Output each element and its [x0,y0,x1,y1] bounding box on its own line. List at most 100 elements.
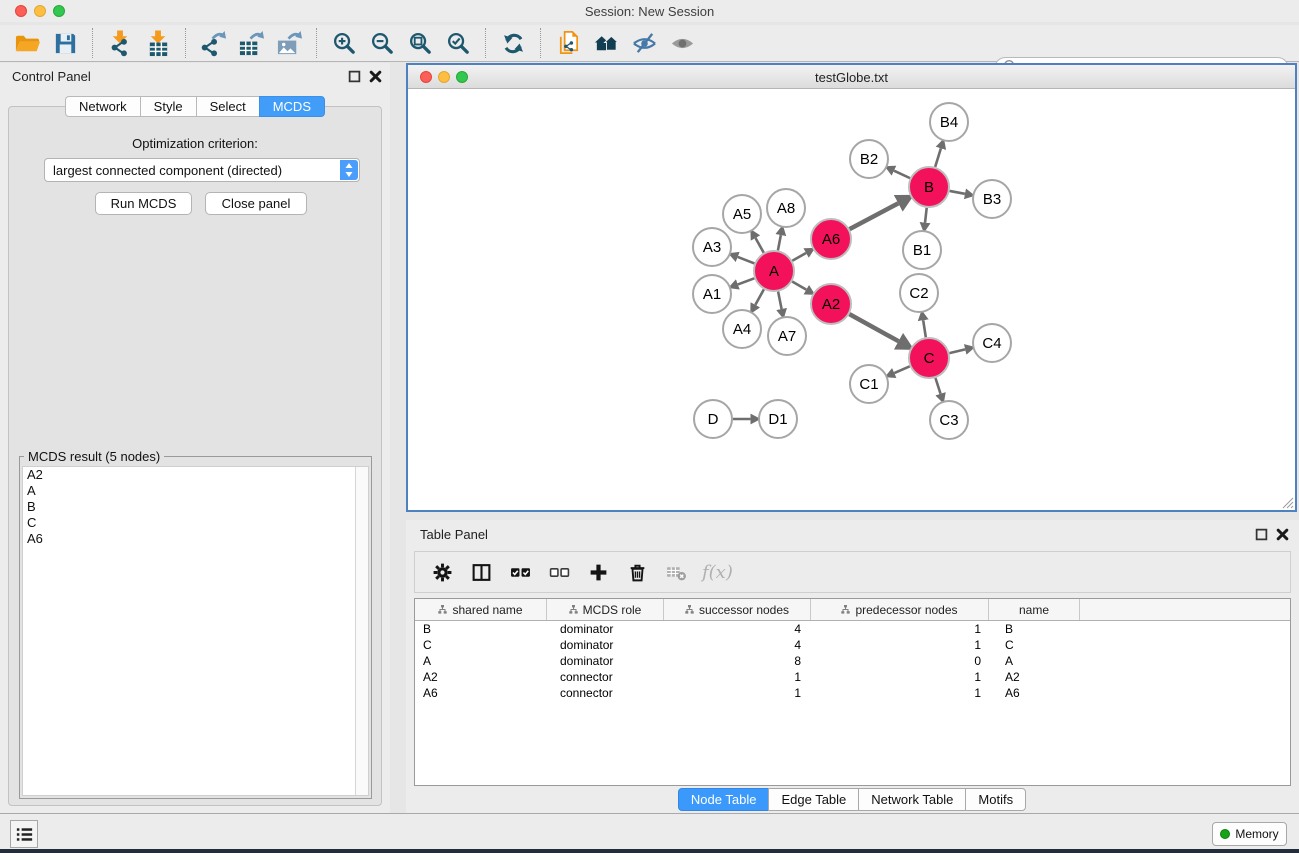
edge-C-C1[interactable] [894,366,909,373]
edge-C-C2[interactable] [923,320,926,337]
tab-node-table[interactable]: Node Table [678,788,770,811]
cell-name[interactable]: C [989,637,1080,653]
deselect-all-icon[interactable] [546,560,572,584]
column-header-successor-nodes[interactable]: successor nodes [664,599,811,620]
refresh-icon[interactable] [498,28,528,58]
export-network-icon[interactable] [198,28,228,58]
zoom-selected-icon[interactable] [443,28,473,58]
cell-name[interactable]: A6 [989,685,1080,701]
graph-node-D1[interactable]: D1 [759,400,797,438]
mcds-result-item[interactable]: A6 [23,531,368,547]
mcds-result-item[interactable]: A [23,483,368,499]
graph-node-A4[interactable]: A4 [723,310,761,348]
table-row[interactable]: Bdominator41B [415,621,1290,637]
cell-name[interactable]: A [989,653,1080,669]
edge-B-B3[interactable] [950,191,965,194]
graph-node-B3[interactable]: B3 [973,180,1011,218]
zoom-out-icon[interactable] [367,28,397,58]
scrollbar-track[interactable] [355,467,368,795]
cell-successor-nodes[interactable]: 4 [664,637,811,653]
edge-B-B1[interactable] [925,208,927,223]
cell-shared-name[interactable]: A2 [415,669,547,685]
edge-A-A8[interactable] [778,235,781,250]
cell-shared-name[interactable]: C [415,637,547,653]
cell-shared-name[interactable]: B [415,621,547,637]
tab-edge-table[interactable]: Edge Table [768,788,859,811]
graph-node-C2[interactable]: C2 [900,274,938,312]
graph-node-A6[interactable]: A6 [811,219,851,259]
edge-A-A4[interactable] [755,289,764,304]
table-row[interactable]: A6connector11A6 [415,685,1290,701]
edge-A-A7[interactable] [778,292,781,309]
graph-node-C[interactable]: C [909,338,949,378]
edge-A-A5[interactable] [756,238,764,253]
edge-A-A2[interactable] [792,282,806,290]
memory-button[interactable]: Memory [1212,822,1287,846]
float-panel-icon[interactable] [1255,528,1268,541]
edge-B-B2[interactable] [894,171,910,178]
task-history-button[interactable] [10,820,38,848]
home-icon[interactable] [591,28,621,58]
float-panel-icon[interactable] [348,70,361,83]
graph-node-A[interactable]: A [754,251,794,291]
run-mcds-button[interactable]: Run MCDS [95,192,192,215]
cell-predecessor-nodes[interactable]: 1 [811,621,989,637]
close-panel-button[interactable]: Close panel [205,192,307,215]
graph-node-C3[interactable]: C3 [930,401,968,439]
edge-A6-B[interactable] [850,203,899,229]
graph-node-B1[interactable]: B1 [903,231,941,269]
edge-A-A1[interactable] [738,278,754,284]
graph-node-A1[interactable]: A1 [693,275,731,313]
edge-A2-C[interactable] [849,314,898,341]
cell-name[interactable]: B [989,621,1080,637]
cell-successor-nodes[interactable]: 4 [664,621,811,637]
cell-name[interactable]: A2 [989,669,1080,685]
cell-successor-nodes[interactable]: 1 [664,685,811,701]
edge-B-B4[interactable] [935,148,941,167]
resize-grip-icon[interactable] [1280,495,1294,509]
cell-predecessor-nodes[interactable]: 1 [811,669,989,685]
cell-MCDS-role[interactable]: dominator [547,637,664,653]
add-column-icon[interactable] [585,560,611,584]
graph-node-A2[interactable]: A2 [811,284,851,324]
tab-style[interactable]: Style [140,96,197,117]
cell-shared-name[interactable]: A [415,653,547,669]
edge-C-C3[interactable] [935,378,940,394]
tab-network-table[interactable]: Network Table [858,788,966,811]
cell-MCDS-role[interactable]: dominator [547,621,664,637]
graph-node-B4[interactable]: B4 [930,103,968,141]
graph-node-A7[interactable]: A7 [768,317,806,355]
edge-A-A6[interactable] [792,253,806,261]
show-preview-icon[interactable] [667,28,697,58]
graph-node-C1[interactable]: C1 [850,365,888,403]
cell-predecessor-nodes[interactable]: 1 [811,637,989,653]
tab-network[interactable]: Network [65,96,141,117]
save-session-icon[interactable] [50,28,80,58]
cell-predecessor-nodes[interactable]: 1 [811,685,989,701]
graph-node-A3[interactable]: A3 [693,228,731,266]
export-image-icon[interactable] [274,28,304,58]
column-layout-icon[interactable] [468,560,494,584]
graph-node-A8[interactable]: A8 [767,189,805,227]
column-header-predecessor-nodes[interactable]: predecessor nodes [811,599,989,620]
import-table-icon[interactable] [143,28,173,58]
graph-node-A5[interactable]: A5 [723,195,761,233]
column-header-MCDS-role[interactable]: MCDS role [547,599,664,620]
settings-gear-icon[interactable] [429,560,455,584]
new-network-document-icon[interactable] [553,28,583,58]
graph-node-B[interactable]: B [909,167,949,207]
graph-node-D[interactable]: D [694,400,732,438]
column-header-shared-name[interactable]: shared name [415,599,547,620]
close-panel-icon[interactable] [1276,528,1289,541]
close-panel-icon[interactable] [369,70,382,83]
network-canvas[interactable]: B4B2BB3A5A8A6B1A3AC2A1A2A4A7C4CC1C3DD1 [408,90,1295,510]
tab-mcds[interactable]: MCDS [259,96,325,117]
edge-C-C4[interactable] [949,349,965,353]
zoom-fit-icon[interactable] [405,28,435,58]
table-row[interactable]: Cdominator41C [415,637,1290,653]
table-row[interactable]: A2connector11A2 [415,669,1290,685]
cell-MCDS-role[interactable]: connector [547,669,664,685]
graph-node-C4[interactable]: C4 [973,324,1011,362]
zoom-in-icon[interactable] [329,28,359,58]
mcds-result-item[interactable]: C [23,515,368,531]
